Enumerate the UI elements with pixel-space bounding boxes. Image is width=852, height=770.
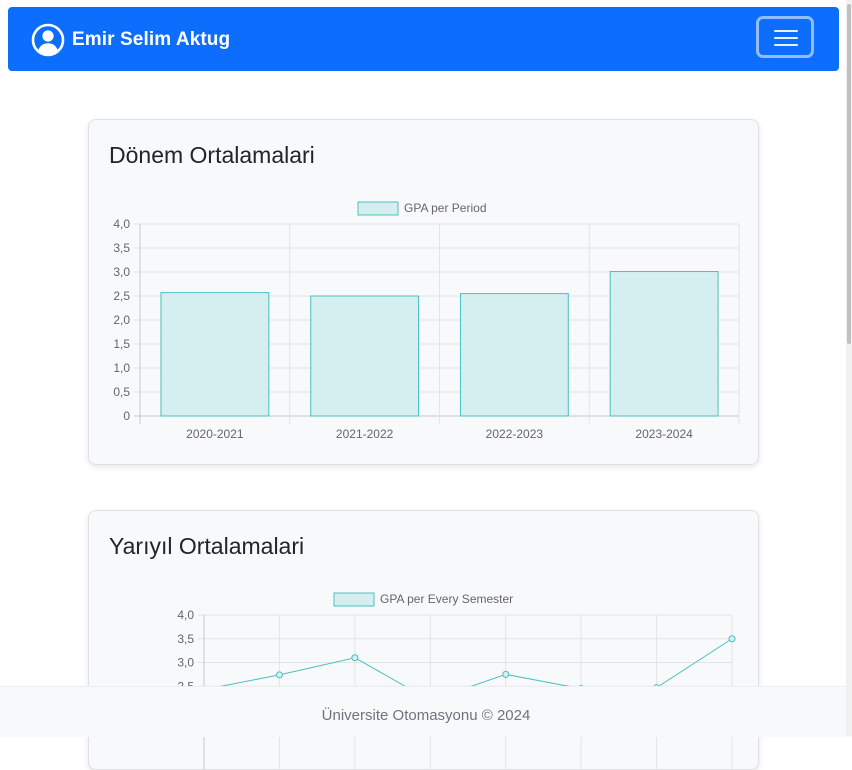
period-averages-card: Dönem Ortalamalari GPA per Period 0 0,5 1,0… xyxy=(88,119,759,465)
x-tick-label: 2021-2022 xyxy=(336,427,394,441)
y-tick-label: 2,0 xyxy=(113,313,130,327)
y-tick-label: 1,5 xyxy=(113,337,130,351)
y-tick-label: 0,5 xyxy=(113,385,130,399)
navbar-brand[interactable]: Emir Selim Aktug xyxy=(31,23,230,57)
data-point xyxy=(502,670,510,678)
page-footer: Üniversite Otomasyonu © 2024 xyxy=(0,686,852,737)
hamburger-menu-icon xyxy=(774,30,798,46)
data-point xyxy=(275,671,283,679)
bar xyxy=(310,295,420,417)
legend-swatch xyxy=(357,201,399,216)
data-point xyxy=(351,654,359,662)
y-tick-label: 3,0 xyxy=(177,656,194,670)
scrollbar-thumb[interactable] xyxy=(847,4,851,344)
y-tick-label: 1,0 xyxy=(113,361,130,375)
y-tick-label: 3,5 xyxy=(113,241,130,255)
y-tick-label: 4,0 xyxy=(177,608,194,622)
y-tick-label: 3,5 xyxy=(177,632,194,646)
y-tick-label: 2,5 xyxy=(113,289,130,303)
y-tick-label: 4,0 xyxy=(113,217,130,231)
period-gpa-bar-chart: GPA per Period 0 0,5 1,0 1,5 2,0 2,5 3,0 3,5 4,0 2… xyxy=(113,201,740,441)
footer-text: Üniversite Otomasyonu © 2024 xyxy=(321,707,531,724)
bar xyxy=(459,293,569,417)
x-tick-label: 2023-2024 xyxy=(635,427,693,441)
legend-label: GPA per Period xyxy=(404,201,487,215)
top-navbar: Emir Selim Aktug xyxy=(8,7,839,71)
y-tick-label: 0 xyxy=(123,409,130,423)
bar xyxy=(160,292,270,417)
user-name: Emir Selim Aktug xyxy=(72,29,231,50)
x-tick-label: 2022-2023 xyxy=(486,427,544,441)
user-circle-icon xyxy=(31,23,65,57)
legend-label: GPA per Every Semester xyxy=(380,592,513,606)
legend-swatch xyxy=(333,592,375,607)
x-tick-label: 2020-2021 xyxy=(186,427,244,441)
bar xyxy=(609,271,719,417)
y-tick-label: 3,0 xyxy=(113,265,130,279)
data-point xyxy=(728,635,736,643)
navbar-toggler-button[interactable] xyxy=(756,16,814,58)
